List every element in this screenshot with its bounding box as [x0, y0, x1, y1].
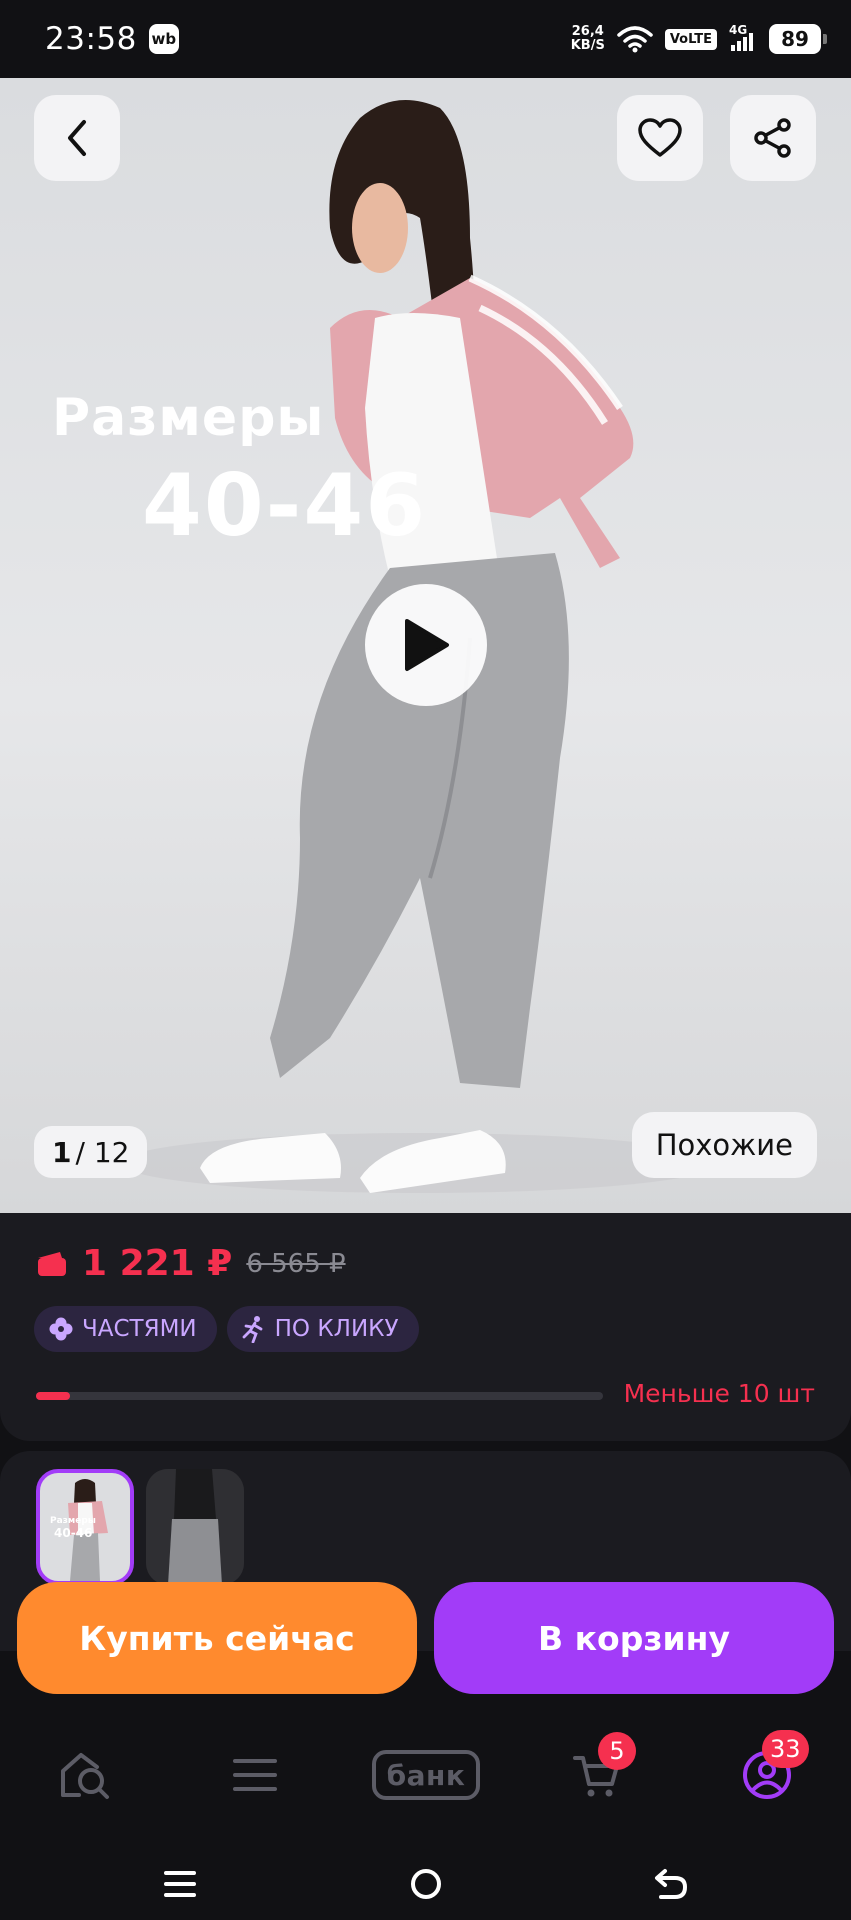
play-icon	[405, 619, 449, 671]
share-icon	[754, 118, 791, 158]
clover-icon	[49, 1317, 73, 1341]
volte-badge: VoLTE	[664, 28, 717, 50]
profile-badge: 33	[762, 1730, 809, 1768]
similar-button[interactable]: Похожие	[631, 1112, 817, 1178]
promo-size-range: 40-46	[142, 456, 428, 556]
one-click-chip[interactable]: ПО КЛИКУ	[226, 1306, 419, 1352]
chevron-left-icon	[68, 120, 86, 156]
back-button[interactable]	[34, 95, 120, 181]
recents-icon	[164, 1871, 196, 1897]
wallet-icon	[38, 1251, 66, 1276]
status-time: 23:58	[45, 21, 137, 57]
share-button[interactable]	[730, 95, 816, 181]
price-card: 1 221 ₽ 6 565 ₽ ЧАСТЯМИ ПО КЛИКУ Меньше …	[0, 1213, 851, 1441]
recents-button[interactable]	[155, 1859, 205, 1909]
favorite-button[interactable]	[617, 95, 703, 181]
bottom-navigation: банк 5 33	[0, 1700, 851, 1845]
network-speed: 26,4 KB/S	[570, 24, 605, 53]
installment-chip[interactable]: ЧАСТЯМИ	[34, 1306, 217, 1352]
stock-progress-bar	[36, 1392, 603, 1400]
nav-cart[interactable]: 5	[552, 1732, 642, 1810]
svg-text:40-46: 40-46	[54, 1526, 92, 1540]
stock-label: Меньше 10 шт	[623, 1379, 815, 1408]
thumbnail-image	[146, 1469, 244, 1585]
signal-icon: 4G	[729, 23, 757, 53]
product-image-gallery[interactable]: Размеры 40-46 1 / 12 Похожие	[0, 78, 851, 1213]
home-search-icon	[61, 1753, 109, 1799]
wb-app-icon: wb	[148, 24, 179, 54]
battery-indicator: 89	[769, 24, 827, 54]
home-button[interactable]	[401, 1859, 451, 1909]
bank-label: банк	[372, 1750, 480, 1800]
thumbnail-1[interactable]: Размеры 40-46	[36, 1469, 134, 1585]
thumbnail-2[interactable]	[146, 1469, 244, 1585]
promo-size-label: Размеры	[52, 388, 325, 448]
wifi-icon	[617, 26, 653, 53]
running-person-icon	[242, 1316, 263, 1343]
stock-progress-fill	[36, 1392, 71, 1400]
cart-badge: 5	[598, 1732, 636, 1770]
menu-icon	[233, 1759, 277, 1791]
add-to-cart-button[interactable]: В корзину	[434, 1582, 834, 1694]
nav-bank[interactable]: банк	[370, 1740, 482, 1810]
price-row: 1 221 ₽ 6 565 ₽	[36, 1243, 346, 1284]
image-counter: 1 / 12	[34, 1126, 148, 1178]
play-video-button[interactable]	[365, 584, 487, 706]
nav-home[interactable]	[40, 1740, 130, 1810]
back-system-button[interactable]	[646, 1859, 696, 1909]
nav-profile[interactable]: 33	[722, 1730, 812, 1810]
nav-catalog[interactable]	[210, 1740, 300, 1810]
svg-text:Размеры: Размеры	[50, 1516, 96, 1526]
thumbnail-image: Размеры 40-46	[50, 1479, 108, 1581]
buy-now-button[interactable]: Купить сейчас	[17, 1582, 417, 1694]
current-price: 1 221 ₽	[82, 1243, 233, 1284]
old-price: 6 565 ₽	[246, 1248, 346, 1279]
back-arrow-icon	[655, 1869, 688, 1899]
status-bar: 23:58 wb 26,4 KB/S VoLTE 4G 89	[0, 0, 851, 78]
heart-icon	[638, 118, 682, 157]
system-navigation-bar	[0, 1845, 851, 1920]
home-circle-icon	[411, 1869, 441, 1899]
